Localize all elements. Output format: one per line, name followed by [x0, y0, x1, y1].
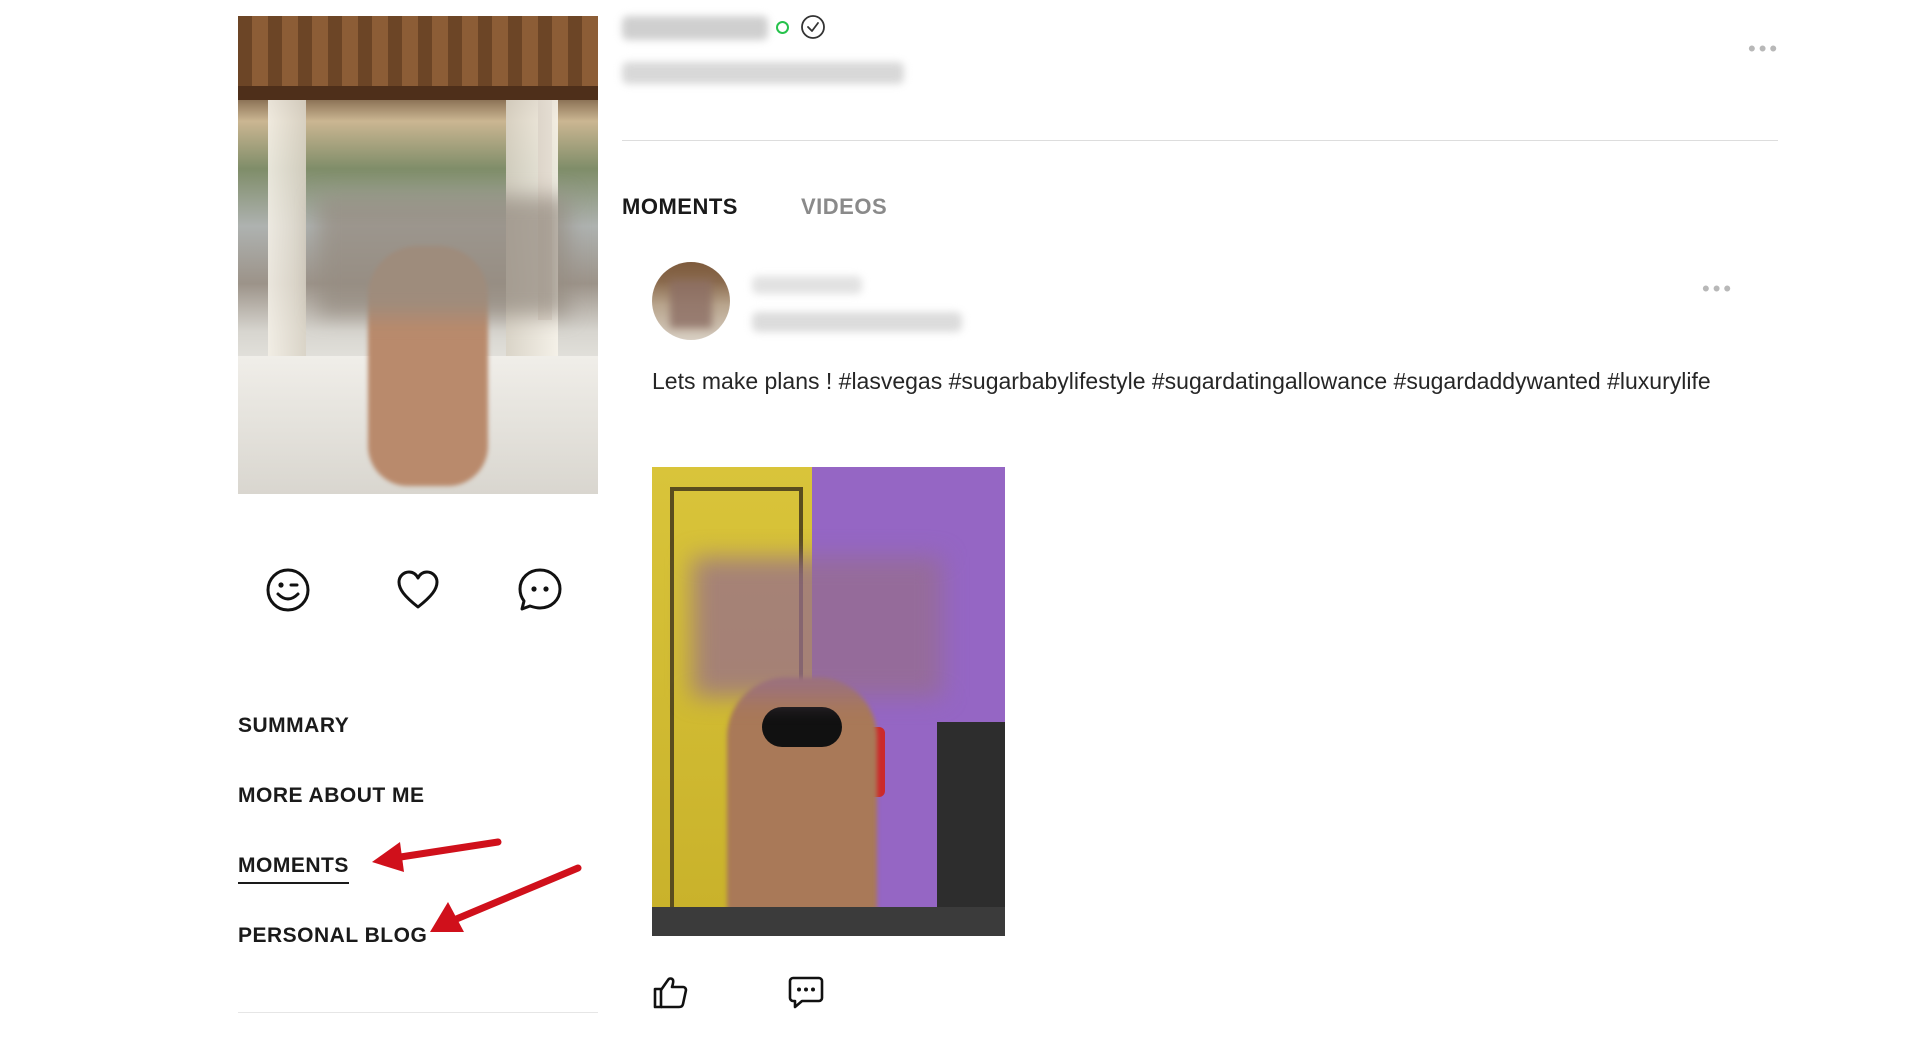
- annotation-arrow-personal-blog: [430, 864, 582, 932]
- sidebar-item-personal-blog[interactable]: PERSONAL BLOG: [238, 924, 427, 948]
- header-divider: [622, 140, 1778, 141]
- comment-icon[interactable]: [788, 974, 824, 1010]
- wink-button[interactable]: [260, 562, 316, 618]
- post-photo[interactable]: [652, 467, 1005, 936]
- sidebar-divider: [238, 1012, 598, 1013]
- avatar[interactable]: [652, 262, 730, 340]
- check-circle-icon: [801, 15, 825, 39]
- profile-location: [622, 62, 904, 84]
- tab-moments[interactable]: MOMENTS: [622, 194, 738, 220]
- thumbs-up-icon[interactable]: [652, 974, 688, 1010]
- profile-actions: [238, 562, 598, 618]
- message-button[interactable]: [512, 562, 568, 618]
- wink-face-icon: [266, 568, 310, 612]
- sidebar-item-moments[interactable]: MOMENTS: [238, 854, 349, 884]
- annotation-arrow-moments: [372, 838, 502, 872]
- chat-bubble-icon: [518, 568, 562, 611]
- heart-icon: [397, 570, 439, 609]
- tab-videos[interactable]: VIDEOS: [801, 194, 887, 220]
- post-author-name: [752, 276, 862, 294]
- profile-photo[interactable]: [238, 16, 598, 494]
- post-text: Lets make plans ! #lasvegas #sugarbabyli…: [652, 368, 1711, 394]
- sidebar-item-summary[interactable]: SUMMARY: [238, 714, 349, 738]
- online-status-indicator: [776, 21, 789, 34]
- favorite-button[interactable]: [390, 562, 446, 618]
- sidebar-item-more-about-me[interactable]: MORE ABOUT ME: [238, 784, 425, 808]
- profile-more-options-button[interactable]: •••: [1748, 36, 1780, 62]
- post-more-options-button[interactable]: •••: [1702, 276, 1734, 302]
- post-author-location: [752, 312, 962, 332]
- profile-name: [622, 16, 768, 40]
